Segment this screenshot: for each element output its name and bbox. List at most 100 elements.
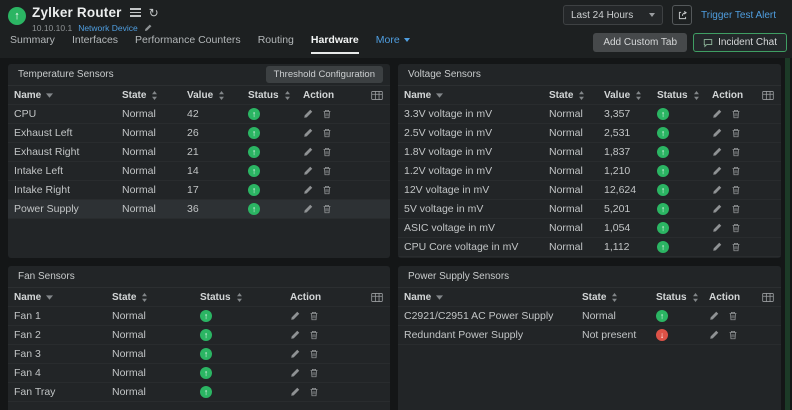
edit-icon[interactable] [290, 330, 300, 340]
sensor-table: NameStateValueStatusActionCPUNormal42↑Ex… [8, 86, 390, 219]
column-header-state[interactable]: State [112, 292, 200, 303]
refresh-icon[interactable]: ↻ [149, 7, 159, 19]
table-row[interactable]: Redundant Power SupplyNot present↓ [398, 326, 781, 345]
tab-more[interactable]: More [376, 34, 410, 52]
delete-icon[interactable] [322, 109, 332, 119]
delete-icon[interactable] [322, 166, 332, 176]
delete-icon[interactable] [309, 330, 319, 340]
table-row[interactable]: Fan TrayNormal↑ [8, 383, 390, 402]
column-chooser-icon[interactable] [762, 293, 781, 302]
edit-icon[interactable] [712, 109, 722, 119]
edit-icon[interactable] [712, 166, 722, 176]
delete-icon[interactable] [728, 311, 738, 321]
edit-icon[interactable] [303, 128, 313, 138]
tab-hardware[interactable]: Hardware [311, 34, 359, 54]
device-type-link[interactable]: Network Device [78, 23, 138, 33]
add-custom-tab-button[interactable]: Add Custom Tab [593, 33, 687, 52]
edit-icon[interactable] [712, 185, 722, 195]
edit-icon[interactable] [290, 349, 300, 359]
incident-chat-button[interactable]: Incident Chat [693, 33, 787, 52]
action-cell [290, 311, 390, 321]
delete-icon[interactable] [309, 349, 319, 359]
delete-icon[interactable] [731, 204, 741, 214]
trigger-test-alert-link[interactable]: Trigger Test Alert [701, 10, 776, 21]
table-row[interactable]: Exhaust RightNormal21↑ [8, 143, 390, 162]
column-header-status[interactable]: Status [248, 90, 303, 101]
table-row[interactable]: 2.5V voltage in mVNormal2,531↑ [398, 124, 781, 143]
table-row[interactable]: 5V voltage in mVNormal5,201↑ [398, 200, 781, 219]
edit-icon[interactable] [709, 330, 719, 340]
delete-icon[interactable] [731, 147, 741, 157]
table-row[interactable]: 1.8V voltage in mVNormal1,837↑ [398, 143, 781, 162]
column-chooser-icon[interactable] [371, 91, 390, 100]
column-header-name[interactable]: Name [14, 292, 112, 303]
column-header-name[interactable]: Name [14, 90, 122, 101]
column-header-value[interactable]: Value [187, 90, 248, 101]
table-row[interactable]: CPUNormal42↑ [8, 105, 390, 124]
edit-icon[interactable] [290, 368, 300, 378]
tab-interfaces[interactable]: Interfaces [72, 34, 118, 52]
table-row[interactable]: 12V voltage in mVNormal12,624↑ [398, 181, 781, 200]
delete-icon[interactable] [731, 185, 741, 195]
table-row[interactable]: Intake RightNormal17↑ [8, 181, 390, 200]
tab-summary[interactable]: Summary [10, 34, 55, 52]
delete-icon[interactable] [322, 147, 332, 157]
edit-icon[interactable] [303, 109, 313, 119]
delete-icon[interactable] [731, 109, 741, 119]
edit-icon[interactable] [303, 166, 313, 176]
table-row[interactable]: Fan 3Normal↑ [8, 345, 390, 364]
tab-routing[interactable]: Routing [258, 34, 294, 52]
delete-icon[interactable] [309, 368, 319, 378]
table-row[interactable]: Exhaust LeftNormal26↑ [8, 124, 390, 143]
value-cell: 42 [187, 108, 248, 120]
menu-icon[interactable] [130, 8, 141, 17]
table-row[interactable]: ASIC voltage in mVNormal1,054↑ [398, 219, 781, 238]
delete-icon[interactable] [731, 128, 741, 138]
delete-icon[interactable] [322, 185, 332, 195]
table-row[interactable]: CPU Core voltage in mVNormal1,112↑ [398, 238, 781, 257]
edit-icon[interactable] [712, 147, 722, 157]
edit-icon[interactable] [290, 387, 300, 397]
edit-icon[interactable] [712, 204, 722, 214]
edit-icon[interactable] [712, 242, 722, 252]
table-row[interactable]: Power SupplyNormal36↑ [8, 200, 390, 219]
delete-icon[interactable] [322, 128, 332, 138]
trigger-alert-icon-button[interactable] [672, 5, 692, 25]
delete-icon[interactable] [309, 311, 319, 321]
column-chooser-icon[interactable] [762, 91, 781, 100]
table-row[interactable]: Fan 4Normal↑ [8, 364, 390, 383]
edit-icon[interactable] [712, 223, 722, 233]
table-row[interactable]: 1.2V voltage in mVNormal1,210↑ [398, 162, 781, 181]
delete-icon[interactable] [309, 387, 319, 397]
column-header-name[interactable]: Name [404, 90, 549, 101]
column-header-status[interactable]: Status [656, 292, 709, 303]
time-range-select[interactable]: Last 24 Hours [563, 5, 663, 25]
edit-icon[interactable] [303, 204, 313, 214]
delete-icon[interactable] [728, 330, 738, 340]
table-row[interactable]: Fan 2Normal↑ [8, 326, 390, 345]
column-header-name[interactable]: Name [404, 292, 582, 303]
column-header-value[interactable]: Value [604, 90, 657, 101]
column-header-state[interactable]: State [549, 90, 604, 101]
threshold-configuration-button[interactable]: Threshold Configuration [266, 66, 383, 83]
column-header-status[interactable]: Status [657, 90, 712, 101]
column-chooser-icon[interactable] [371, 293, 390, 302]
edit-icon[interactable] [712, 128, 722, 138]
edit-icon[interactable] [303, 147, 313, 157]
edit-icon[interactable] [303, 185, 313, 195]
column-header-status[interactable]: Status [200, 292, 290, 303]
table-row[interactable]: Intake LeftNormal14↑ [8, 162, 390, 181]
edit-icon[interactable] [290, 311, 300, 321]
table-row[interactable]: Fan 1Normal↑ [8, 307, 390, 326]
column-header-state[interactable]: State [122, 90, 187, 101]
tab-performance-counters[interactable]: Performance Counters [135, 34, 241, 52]
delete-icon[interactable] [731, 223, 741, 233]
edit-icon[interactable] [709, 311, 719, 321]
table-row[interactable]: 3.3V voltage in mVNormal3,357↑ [398, 105, 781, 124]
table-row[interactable]: C2921/C2951 AC Power SupplyNormal↑ [398, 307, 781, 326]
delete-icon[interactable] [731, 242, 741, 252]
delete-icon[interactable] [731, 166, 741, 176]
column-header-state[interactable]: State [582, 292, 656, 303]
delete-icon[interactable] [322, 204, 332, 214]
edit-device-icon[interactable] [144, 24, 152, 32]
